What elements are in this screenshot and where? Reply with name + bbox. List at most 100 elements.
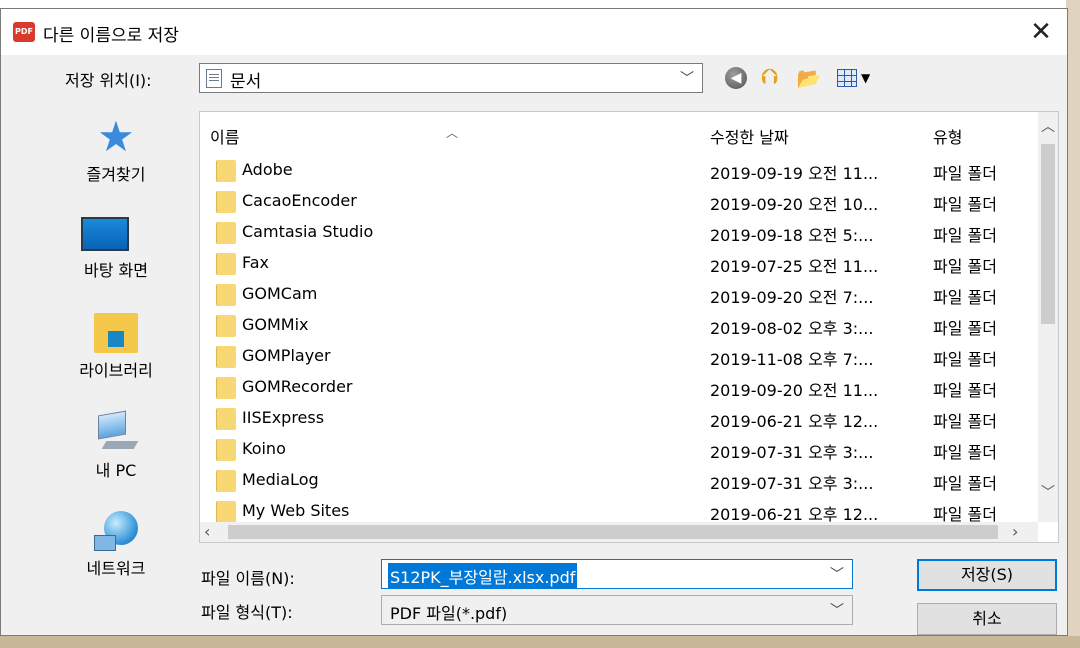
folder-icon [216,315,236,337]
filename-value[interactable]: S12PK_부장일람.xlsx.pdf [388,563,578,589]
horizontal-scrollbar[interactable]: ‹ › [200,522,1038,542]
file-name: GOMPlayer [242,346,331,365]
file-row[interactable]: Adobe 2019-09-19 오전 11... 파일 폴더 [200,154,1038,185]
file-type: 파일 폴더 [933,381,997,400]
network-icon [94,511,138,551]
computer-monitor [98,410,126,440]
back-icon[interactable]: ◀ [725,67,747,89]
file-list: ︿ 이름 수정한 날짜 유형 Adobe 2019-09-19 오전 11...… [199,111,1059,543]
folder-icon [216,284,236,306]
computer-icon [94,410,139,453]
filetype-dropdown[interactable]: PDF 파일(*.pdf) ﹀ [381,595,853,625]
places-bar: ★ 즐겨찾기 바탕 화면 라이브러리 내 PC 네트워크 [51,109,181,599]
folder-icon [216,470,236,492]
file-date: 2019-07-31 오후 3:... [710,443,874,462]
save-as-dialog: PDF 다른 이름으로 저장 ✕ 저장 위치(I): 문서 ﹀ ◀ ⮉ 📂 ▼ … [0,8,1068,636]
scroll-left-icon[interactable]: ‹ [204,522,210,541]
file-type: 파일 폴더 [933,412,997,431]
file-date: 2019-08-02 오후 3:... [710,319,874,338]
place-label: 네트워크 [86,559,146,578]
place-library[interactable]: 라이브러리 [51,305,181,401]
column-header-date[interactable]: 수정한 날짜 [710,124,789,148]
chevron-down-icon[interactable]: ﹀ [830,564,844,584]
place-label: 내 PC [95,461,137,480]
file-row[interactable]: GOMRecorder 2019-09-20 오전 11... 파일 폴더 [200,371,1038,402]
dialog-title: 다른 이름으로 저장 [43,26,179,46]
scroll-down-icon[interactable]: ﹀ [1038,482,1058,502]
place-network[interactable]: 네트워크 [51,503,181,599]
documents-folder-icon [206,69,222,88]
place-favorites[interactable]: ★ 즐겨찾기 [51,109,181,205]
file-name: MediaLog [242,470,319,489]
file-name: Koino [242,439,286,458]
file-type: 파일 폴더 [933,257,997,276]
file-row[interactable]: GOMMix 2019-08-02 오후 3:... 파일 폴더 [200,309,1038,340]
file-row[interactable]: Koino 2019-07-31 오후 3:... 파일 폴더 [200,433,1038,464]
library-icon [94,313,138,353]
filename-input[interactable]: S12PK_부장일람.xlsx.pdf ﹀ [381,559,853,589]
file-row[interactable]: IISExpress 2019-06-21 오후 12... 파일 폴더 [200,402,1038,433]
file-type: 파일 폴더 [933,443,997,462]
scroll-right-icon[interactable]: › [1012,522,1018,541]
file-name: GOMMix [242,315,309,334]
background-document-top [0,0,1080,8]
folder-icon [216,191,236,213]
place-this-pc[interactable]: 내 PC [51,405,181,501]
folder-icon [216,346,236,368]
file-name: My Web Sites [242,501,350,520]
star-icon: ★ [97,112,135,161]
background-document-bottom [0,636,1080,648]
save-button[interactable]: 저장(S) [917,559,1057,591]
filetype-label: 파일 형식(T): [201,603,293,622]
chevron-down-icon: ﹀ [680,71,694,87]
close-button[interactable]: ✕ [1021,15,1061,49]
file-name: CacaoEncoder [242,191,357,210]
file-name: GOMCam [242,284,318,303]
view-grid-icon [837,69,857,87]
new-folder-icon[interactable]: 📂 [795,65,823,91]
folder-icon [216,408,236,430]
file-type: 파일 폴더 [933,319,997,338]
folder-icon [216,160,236,182]
file-type: 파일 폴더 [933,195,997,214]
file-type: 파일 폴더 [933,288,997,307]
view-menu-icon[interactable]: ▼ [837,67,873,89]
folder-icon [216,439,236,461]
file-row[interactable]: GOMCam 2019-09-20 오전 7:... 파일 폴더 [200,278,1038,309]
file-row[interactable]: CacaoEncoder 2019-09-20 오전 10... 파일 폴더 [200,185,1038,216]
file-name: IISExpress [242,408,325,427]
folder-icon [216,222,236,244]
background-document-right [1066,0,1080,648]
file-type: 파일 폴더 [933,350,997,369]
file-type: 파일 폴더 [933,226,997,245]
horizontal-scroll-thumb[interactable] [228,525,998,539]
file-row[interactable]: GOMPlayer 2019-11-08 오후 7:... 파일 폴더 [200,340,1038,371]
title-bar: PDF 다른 이름으로 저장 ✕ [1,9,1067,55]
place-desktop[interactable]: 바탕 화면 [51,205,181,301]
folder-icon [216,501,236,523]
chevron-down-icon: ﹀ [830,603,844,619]
place-label: 라이브러리 [79,361,153,380]
vertical-scrollbar[interactable]: ︿ ﹀ [1038,112,1058,522]
file-type: 파일 폴더 [933,474,997,493]
scroll-up-icon[interactable]: ︿ [1038,116,1058,136]
file-row[interactable]: Camtasia Studio 2019-09-18 오전 5:... 파일 폴… [200,216,1038,247]
column-header-name[interactable]: 이름 [210,124,239,148]
file-row[interactable]: Fax 2019-07-25 오전 11... 파일 폴더 [200,247,1038,278]
network-monitor [94,535,116,551]
file-name: Adobe [242,160,293,179]
cancel-button[interactable]: 취소 [917,603,1057,635]
up-folder-icon[interactable]: ⮉ [757,65,783,91]
folder-icon [216,377,236,399]
filetype-value: PDF 파일(*.pdf) [390,604,508,623]
caret-down-icon: ▼ [861,71,871,85]
computer-base [101,441,139,449]
save-in-dropdown[interactable]: 문서 ﹀ [199,63,703,93]
column-header-type[interactable]: 유형 [933,124,962,148]
vertical-scroll-thumb[interactable] [1041,144,1055,324]
place-label: 즐겨찾기 [86,165,146,184]
file-date: 2019-06-21 오후 12... [710,412,879,431]
file-row[interactable]: MediaLog 2019-07-31 오후 3:... 파일 폴더 [200,464,1038,495]
sort-ascending-icon: ︿ [446,126,459,140]
desktop-icon [81,217,129,251]
